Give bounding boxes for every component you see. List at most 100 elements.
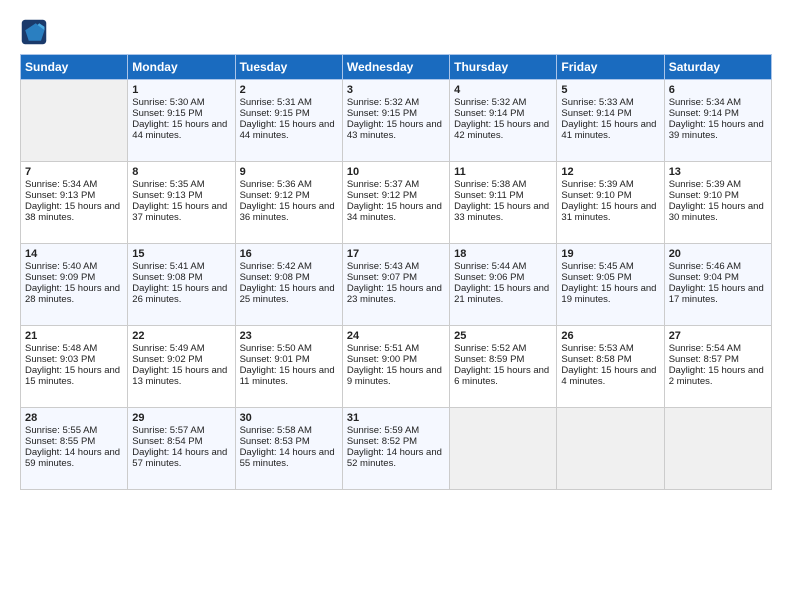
day-number: 22 bbox=[132, 330, 230, 342]
logo-icon bbox=[20, 18, 48, 46]
sunset-text: Sunset: 9:15 PM bbox=[132, 108, 230, 119]
calendar-week-3: 21Sunrise: 5:48 AMSunset: 9:03 PMDayligh… bbox=[21, 326, 772, 408]
calendar-cell: 27Sunrise: 5:54 AMSunset: 8:57 PMDayligh… bbox=[664, 326, 771, 408]
page: SundayMondayTuesdayWednesdayThursdayFrid… bbox=[0, 0, 792, 500]
sunset-text: Sunset: 9:01 PM bbox=[240, 354, 338, 365]
day-number: 8 bbox=[132, 166, 230, 178]
calendar-cell: 29Sunrise: 5:57 AMSunset: 8:54 PMDayligh… bbox=[128, 408, 235, 490]
day-number: 5 bbox=[561, 84, 659, 96]
daylight-text: Daylight: 15 hours and 36 minutes. bbox=[240, 201, 338, 223]
calendar-week-4: 28Sunrise: 5:55 AMSunset: 8:55 PMDayligh… bbox=[21, 408, 772, 490]
sunrise-text: Sunrise: 5:34 AM bbox=[669, 97, 767, 108]
calendar-header-sunday: Sunday bbox=[21, 55, 128, 80]
sunrise-text: Sunrise: 5:55 AM bbox=[25, 425, 123, 436]
sunrise-text: Sunrise: 5:45 AM bbox=[561, 261, 659, 272]
calendar-table: SundayMondayTuesdayWednesdayThursdayFrid… bbox=[20, 54, 772, 490]
sunrise-text: Sunrise: 5:33 AM bbox=[561, 97, 659, 108]
day-number: 24 bbox=[347, 330, 445, 342]
daylight-text: Daylight: 14 hours and 52 minutes. bbox=[347, 447, 445, 469]
day-number: 28 bbox=[25, 412, 123, 424]
sunset-text: Sunset: 9:10 PM bbox=[561, 190, 659, 201]
daylight-text: Daylight: 15 hours and 41 minutes. bbox=[561, 119, 659, 141]
daylight-text: Daylight: 15 hours and 44 minutes. bbox=[132, 119, 230, 141]
day-number: 19 bbox=[561, 248, 659, 260]
sunset-text: Sunset: 9:07 PM bbox=[347, 272, 445, 283]
calendar-cell bbox=[21, 80, 128, 162]
sunset-text: Sunset: 9:13 PM bbox=[132, 190, 230, 201]
sunset-text: Sunset: 9:04 PM bbox=[669, 272, 767, 283]
sunset-text: Sunset: 9:12 PM bbox=[240, 190, 338, 201]
day-number: 18 bbox=[454, 248, 552, 260]
sunrise-text: Sunrise: 5:48 AM bbox=[25, 343, 123, 354]
calendar-week-2: 14Sunrise: 5:40 AMSunset: 9:09 PMDayligh… bbox=[21, 244, 772, 326]
sunrise-text: Sunrise: 5:54 AM bbox=[669, 343, 767, 354]
sunrise-text: Sunrise: 5:53 AM bbox=[561, 343, 659, 354]
daylight-text: Daylight: 15 hours and 39 minutes. bbox=[669, 119, 767, 141]
day-number: 3 bbox=[347, 84, 445, 96]
daylight-text: Daylight: 15 hours and 21 minutes. bbox=[454, 283, 552, 305]
calendar-cell: 23Sunrise: 5:50 AMSunset: 9:01 PMDayligh… bbox=[235, 326, 342, 408]
sunset-text: Sunset: 9:15 PM bbox=[347, 108, 445, 119]
sunrise-text: Sunrise: 5:31 AM bbox=[240, 97, 338, 108]
sunset-text: Sunset: 9:06 PM bbox=[454, 272, 552, 283]
sunrise-text: Sunrise: 5:39 AM bbox=[561, 179, 659, 190]
daylight-text: Daylight: 15 hours and 23 minutes. bbox=[347, 283, 445, 305]
calendar-cell: 14Sunrise: 5:40 AMSunset: 9:09 PMDayligh… bbox=[21, 244, 128, 326]
sunrise-text: Sunrise: 5:59 AM bbox=[347, 425, 445, 436]
day-number: 25 bbox=[454, 330, 552, 342]
calendar-cell: 3Sunrise: 5:32 AMSunset: 9:15 PMDaylight… bbox=[342, 80, 449, 162]
sunrise-text: Sunrise: 5:44 AM bbox=[454, 261, 552, 272]
daylight-text: Daylight: 15 hours and 4 minutes. bbox=[561, 365, 659, 387]
sunrise-text: Sunrise: 5:40 AM bbox=[25, 261, 123, 272]
calendar-cell: 18Sunrise: 5:44 AMSunset: 9:06 PMDayligh… bbox=[450, 244, 557, 326]
calendar-cell bbox=[664, 408, 771, 490]
calendar-cell: 2Sunrise: 5:31 AMSunset: 9:15 PMDaylight… bbox=[235, 80, 342, 162]
sunrise-text: Sunrise: 5:51 AM bbox=[347, 343, 445, 354]
calendar-cell: 8Sunrise: 5:35 AMSunset: 9:13 PMDaylight… bbox=[128, 162, 235, 244]
calendar-cell: 22Sunrise: 5:49 AMSunset: 9:02 PMDayligh… bbox=[128, 326, 235, 408]
sunset-text: Sunset: 9:12 PM bbox=[347, 190, 445, 201]
sunset-text: Sunset: 8:52 PM bbox=[347, 436, 445, 447]
sunrise-text: Sunrise: 5:32 AM bbox=[454, 97, 552, 108]
calendar-cell: 24Sunrise: 5:51 AMSunset: 9:00 PMDayligh… bbox=[342, 326, 449, 408]
day-number: 7 bbox=[25, 166, 123, 178]
sunset-text: Sunset: 9:14 PM bbox=[669, 108, 767, 119]
sunset-text: Sunset: 9:08 PM bbox=[132, 272, 230, 283]
calendar-cell: 1Sunrise: 5:30 AMSunset: 9:15 PMDaylight… bbox=[128, 80, 235, 162]
day-number: 23 bbox=[240, 330, 338, 342]
daylight-text: Daylight: 14 hours and 57 minutes. bbox=[132, 447, 230, 469]
sunrise-text: Sunrise: 5:57 AM bbox=[132, 425, 230, 436]
calendar-header-monday: Monday bbox=[128, 55, 235, 80]
sunrise-text: Sunrise: 5:46 AM bbox=[669, 261, 767, 272]
calendar-cell: 21Sunrise: 5:48 AMSunset: 9:03 PMDayligh… bbox=[21, 326, 128, 408]
calendar-cell: 26Sunrise: 5:53 AMSunset: 8:58 PMDayligh… bbox=[557, 326, 664, 408]
daylight-text: Daylight: 15 hours and 34 minutes. bbox=[347, 201, 445, 223]
day-number: 14 bbox=[25, 248, 123, 260]
sunset-text: Sunset: 9:08 PM bbox=[240, 272, 338, 283]
day-number: 20 bbox=[669, 248, 767, 260]
day-number: 9 bbox=[240, 166, 338, 178]
calendar-cell: 28Sunrise: 5:55 AMSunset: 8:55 PMDayligh… bbox=[21, 408, 128, 490]
daylight-text: Daylight: 15 hours and 26 minutes. bbox=[132, 283, 230, 305]
day-number: 10 bbox=[347, 166, 445, 178]
daylight-text: Daylight: 15 hours and 31 minutes. bbox=[561, 201, 659, 223]
daylight-text: Daylight: 15 hours and 43 minutes. bbox=[347, 119, 445, 141]
calendar-body: 1Sunrise: 5:30 AMSunset: 9:15 PMDaylight… bbox=[21, 80, 772, 490]
day-number: 12 bbox=[561, 166, 659, 178]
day-number: 6 bbox=[669, 84, 767, 96]
daylight-text: Daylight: 14 hours and 55 minutes. bbox=[240, 447, 338, 469]
sunset-text: Sunset: 9:13 PM bbox=[25, 190, 123, 201]
calendar-cell: 5Sunrise: 5:33 AMSunset: 9:14 PMDaylight… bbox=[557, 80, 664, 162]
sunrise-text: Sunrise: 5:37 AM bbox=[347, 179, 445, 190]
daylight-text: Daylight: 15 hours and 42 minutes. bbox=[454, 119, 552, 141]
calendar-header-thursday: Thursday bbox=[450, 55, 557, 80]
calendar-cell: 12Sunrise: 5:39 AMSunset: 9:10 PMDayligh… bbox=[557, 162, 664, 244]
calendar-cell: 6Sunrise: 5:34 AMSunset: 9:14 PMDaylight… bbox=[664, 80, 771, 162]
calendar-cell: 30Sunrise: 5:58 AMSunset: 8:53 PMDayligh… bbox=[235, 408, 342, 490]
calendar-cell bbox=[557, 408, 664, 490]
sunset-text: Sunset: 9:14 PM bbox=[454, 108, 552, 119]
sunset-text: Sunset: 9:03 PM bbox=[25, 354, 123, 365]
sunrise-text: Sunrise: 5:38 AM bbox=[454, 179, 552, 190]
calendar-cell: 31Sunrise: 5:59 AMSunset: 8:52 PMDayligh… bbox=[342, 408, 449, 490]
daylight-text: Daylight: 15 hours and 15 minutes. bbox=[25, 365, 123, 387]
